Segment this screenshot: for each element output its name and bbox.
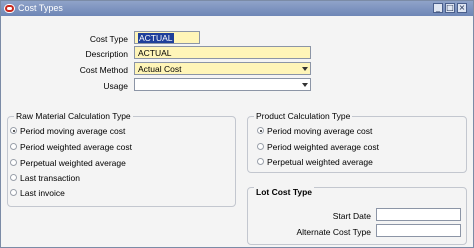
chevron-down-icon bbox=[302, 67, 308, 71]
maximize-button[interactable]: □ bbox=[445, 3, 455, 13]
close-button[interactable]: × bbox=[457, 3, 467, 13]
cost-types-window: Cost Types _ □ × Cost Type ACTUAL Descri… bbox=[0, 0, 474, 248]
cost-type-label: Cost Type bbox=[89, 34, 128, 44]
raw-material-option-period-moving[interactable]: Period moving average cost bbox=[10, 126, 220, 137]
radio-icon bbox=[10, 189, 17, 196]
cost-type-value: ACTUAL bbox=[138, 33, 174, 43]
product-option-label: Perpetual weighted average bbox=[267, 157, 373, 167]
description-label: Description bbox=[85, 49, 128, 59]
raw-material-option-label: Period weighted average cost bbox=[20, 142, 132, 152]
cost-type-field[interactable]: ACTUAL bbox=[134, 31, 200, 44]
minimize-button[interactable]: _ bbox=[433, 3, 443, 13]
raw-material-option-last-invoice[interactable]: Last invoice bbox=[10, 188, 220, 199]
radio-icon bbox=[10, 143, 17, 150]
radio-selected-icon bbox=[257, 127, 264, 134]
radio-selected-icon bbox=[10, 127, 17, 134]
radio-icon bbox=[257, 158, 264, 165]
lot-cost-group-title: Lot Cost Type bbox=[254, 187, 315, 197]
title-bar[interactable]: Cost Types _ □ × bbox=[1, 1, 473, 16]
chevron-down-icon bbox=[302, 83, 308, 87]
window-title: Cost Types bbox=[18, 3, 63, 13]
product-option-period-moving[interactable]: Period moving average cost bbox=[257, 126, 457, 137]
description-field[interactable]: ACTUAL bbox=[134, 46, 311, 59]
radio-icon bbox=[10, 174, 17, 181]
raw-material-option-label: Perpetual weighted average bbox=[20, 158, 126, 168]
cost-method-select[interactable]: Actual Cost bbox=[134, 62, 311, 75]
raw-material-option-label: Last transaction bbox=[20, 173, 81, 183]
oracle-logo-icon bbox=[4, 4, 15, 13]
raw-material-option-label: Period moving average cost bbox=[20, 126, 126, 136]
alternate-cost-type-field[interactable] bbox=[376, 224, 461, 237]
raw-material-option-label: Last invoice bbox=[20, 188, 65, 198]
start-date-field[interactable] bbox=[376, 208, 461, 221]
product-option-perpetual-weighted[interactable]: Perpetual weighted average bbox=[257, 157, 457, 168]
radio-icon bbox=[10, 159, 17, 166]
raw-material-group-title: Raw Material Calculation Type bbox=[14, 111, 133, 121]
start-date-label: Start Date bbox=[332, 211, 371, 221]
product-group-title: Product Calculation Type bbox=[254, 111, 353, 121]
alternate-cost-type-label: Alternate Cost Type bbox=[296, 227, 372, 237]
raw-material-option-period-weighted[interactable]: Period weighted average cost bbox=[10, 142, 220, 153]
cost-method-label: Cost Method bbox=[79, 65, 128, 75]
product-option-label: Period weighted average cost bbox=[267, 142, 379, 152]
product-option-period-weighted[interactable]: Period weighted average cost bbox=[257, 142, 457, 153]
product-option-label: Period moving average cost bbox=[267, 126, 373, 136]
raw-material-option-last-transaction[interactable]: Last transaction bbox=[10, 173, 220, 184]
cost-method-value: Actual Cost bbox=[138, 64, 182, 74]
radio-icon bbox=[257, 143, 264, 150]
usage-select[interactable] bbox=[134, 78, 311, 91]
raw-material-option-perpetual-weighted[interactable]: Perpetual weighted average bbox=[10, 158, 220, 169]
usage-label: Usage bbox=[103, 81, 128, 91]
